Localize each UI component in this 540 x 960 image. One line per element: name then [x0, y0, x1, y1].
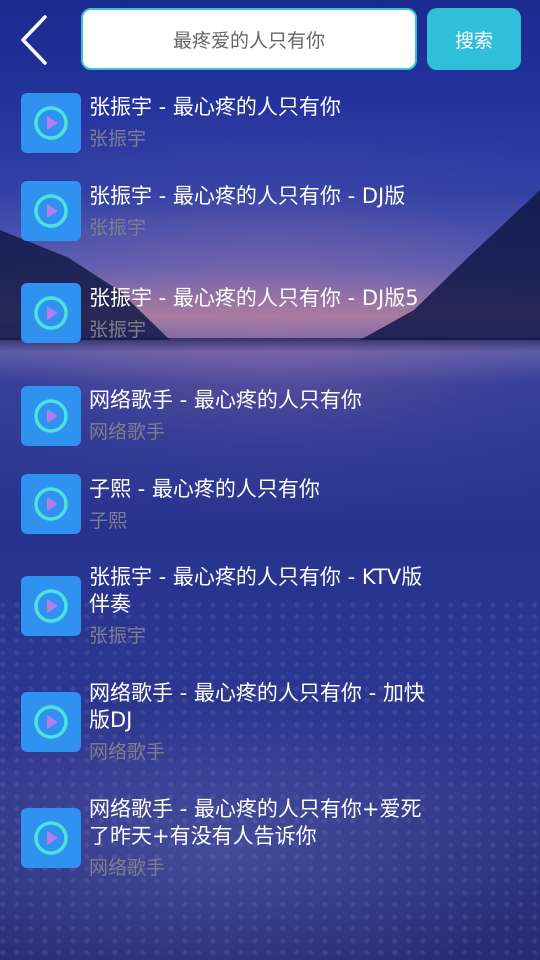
song-title: 网络歌手 - 最心疼的人只有你 - 加快版DJ — [89, 681, 425, 732]
song-artist: 张振宇 — [89, 216, 147, 239]
play-icon — [21, 474, 81, 534]
search-input[interactable] — [83, 27, 415, 51]
song-text: 张振宇 - 最心疼的人只有你 张振宇 — [89, 94, 434, 151]
song-title: 网络歌手 - 最心疼的人只有你 — [89, 388, 362, 412]
back-button[interactable] — [14, 12, 54, 68]
song-title: 张振宇 - 最心疼的人只有你 — [89, 95, 341, 119]
search-box[interactable] — [81, 8, 417, 70]
play-icon — [21, 92, 81, 153]
play-icon — [21, 692, 81, 752]
song-text: 子熙 - 最心疼的人只有你 子熙 — [89, 476, 434, 533]
song-text: 网络歌手 - 最心疼的人只有你 网络歌手 — [89, 387, 434, 444]
song-item[interactable]: 网络歌手 - 最心疼的人只有你+爱死了昨天+有没有人告诉你 网络歌手 — [0, 780, 540, 896]
play-icon — [21, 385, 81, 446]
song-item[interactable]: 张振宇 - 最心疼的人只有你 - DJ版 张振宇 — [0, 167, 540, 255]
song-item[interactable]: 张振宇 - 最心疼的人只有你 - KTV版伴奏 张振宇 — [0, 548, 540, 664]
song-artist: 张振宇 — [89, 318, 147, 341]
song-item[interactable]: 子熙 - 最心疼的人只有你 子熙 — [0, 460, 540, 548]
song-title: 张振宇 - 最心疼的人只有你 - KTV版伴奏 — [89, 565, 423, 616]
song-artist: 张振宇 — [89, 625, 147, 647]
song-title: 张振宇 - 最心疼的人只有你 - DJ版 — [89, 183, 406, 208]
chevron-left-icon — [21, 15, 47, 65]
play-icon — [21, 283, 81, 343]
search-button[interactable]: 搜索 — [427, 8, 521, 70]
song-item[interactable]: 网络歌手 - 最心疼的人只有你 - 加快版DJ 网络歌手 — [0, 664, 540, 780]
play-icon — [21, 576, 81, 636]
song-artist: 网络歌手 — [89, 741, 166, 763]
song-title: 网络歌手 - 最心疼的人只有你+爱死了昨天+有没有人告诉你 — [89, 797, 422, 848]
song-artist: 子熙 — [89, 509, 128, 532]
song-text: 张振宇 - 最心疼的人只有你 - KTV版伴奏 张振宇 — [89, 564, 434, 648]
song-artist: 网络歌手 — [89, 857, 166, 879]
play-icon — [21, 181, 81, 241]
song-title: 子熙 - 最心疼的人只有你 — [89, 476, 320, 501]
song-text: 张振宇 - 最心疼的人只有你 - DJ版5 张振宇 — [89, 285, 434, 342]
song-item[interactable]: 张振宇 - 最心疼的人只有你 - DJ版5 张振宇 — [0, 255, 540, 371]
song-text: 张振宇 - 最心疼的人只有你 - DJ版 张振宇 — [89, 183, 434, 240]
song-title: 张振宇 - 最心疼的人只有你 - DJ版5 — [89, 285, 419, 310]
song-item[interactable]: 张振宇 - 最心疼的人只有你 张振宇 — [0, 78, 540, 167]
song-artist: 网络歌手 — [89, 421, 166, 443]
song-item[interactable]: 网络歌手 - 最心疼的人只有你 网络歌手 — [0, 371, 540, 460]
song-artist: 张振宇 — [89, 128, 147, 150]
song-text: 网络歌手 - 最心疼的人只有你+爱死了昨天+有没有人告诉你 网络歌手 — [89, 796, 434, 880]
song-list: 张振宇 - 最心疼的人只有你 张振宇 张振宇 - 最心疼的人只有你 - DJ版 … — [0, 78, 540, 896]
play-icon — [21, 808, 81, 868]
song-text: 网络歌手 - 最心疼的人只有你 - 加快版DJ 网络歌手 — [89, 680, 434, 764]
